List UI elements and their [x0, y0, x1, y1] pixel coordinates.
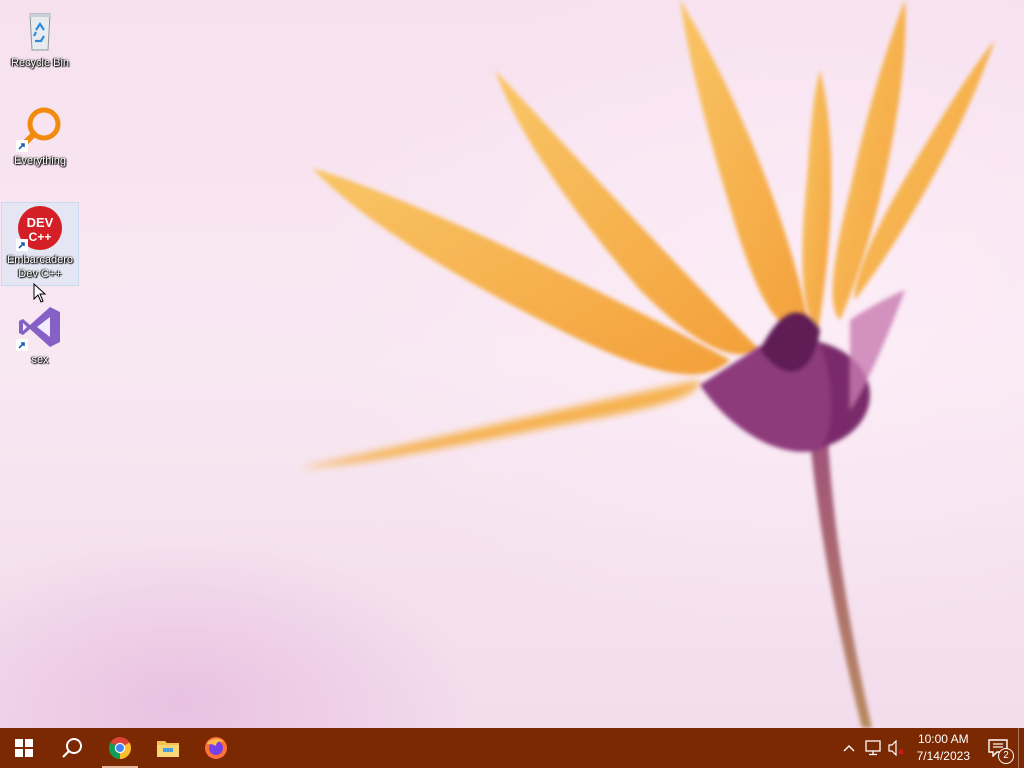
taskbar: 10:00 AM 7/14/2023 2 — [0, 728, 1024, 768]
dev-cpp-glyph-top: DEV — [27, 215, 54, 230]
system-tray: 10:00 AM 7/14/2023 2 — [837, 728, 1024, 768]
firefox-icon — [205, 737, 227, 759]
dev-cpp-icon: DEV C++ — [16, 203, 64, 251]
notification-count-badge: 2 — [998, 748, 1014, 764]
shortcut-arrow-icon — [16, 339, 28, 351]
taskbar-chrome-button[interactable] — [96, 728, 144, 768]
desktop-icon-recycle-bin[interactable]: Recycle Bin — [2, 6, 78, 70]
visual-studio-icon — [16, 303, 64, 351]
volume-button[interactable] — [885, 728, 909, 768]
volume-muted-icon — [888, 740, 904, 756]
chevron-up-icon — [843, 745, 855, 752]
show-hidden-icons-button[interactable] — [837, 728, 861, 768]
folder-icon — [157, 741, 179, 757]
recycle-bin-icon — [16, 6, 64, 54]
desktop-icon-label: Everything — [14, 155, 66, 167]
network-button[interactable] — [861, 728, 885, 768]
clock-date: 7/14/2023 — [916, 749, 970, 763]
network-icon — [864, 740, 881, 756]
search-button[interactable] — [48, 728, 96, 768]
desktop-icon-label: Embarcadero Dev C++ — [6, 254, 74, 280]
dev-cpp-glyph-bottom: C++ — [29, 230, 52, 244]
desktop-icon-label: Recycle Bin — [10, 57, 70, 69]
shortcut-arrow-icon — [16, 239, 28, 251]
desktop-icon-dev-cpp[interactable]: DEV C++ Embarcadero Dev C++ — [1, 202, 79, 286]
clock-time: 10:00 AM — [917, 732, 969, 746]
chrome-icon — [109, 737, 131, 759]
start-button[interactable] — [0, 728, 48, 768]
desktop[interactable]: Recycle Bin Everything DEV C++ Embarcade… — [0, 0, 1024, 728]
windows-start-icon — [15, 739, 33, 757]
taskbar-file-explorer-button[interactable] — [144, 728, 192, 768]
clock[interactable]: 10:00 AM 7/14/2023 — [909, 731, 978, 765]
desktop-icon-label: sex — [31, 354, 49, 366]
everything-search-icon — [16, 104, 64, 152]
taskbar-firefox-button[interactable] — [192, 728, 240, 768]
desktop-icon-everything[interactable]: Everything — [2, 104, 78, 168]
desktop-icon-visual-studio[interactable]: sex — [2, 303, 78, 367]
search-icon — [62, 738, 82, 758]
mouse-cursor-icon — [33, 283, 47, 303]
wallpaper-flower — [300, 0, 995, 728]
action-center-button[interactable]: 2 — [978, 728, 1018, 768]
show-desktop-button[interactable] — [1018, 728, 1024, 768]
shortcut-arrow-icon — [16, 140, 28, 152]
